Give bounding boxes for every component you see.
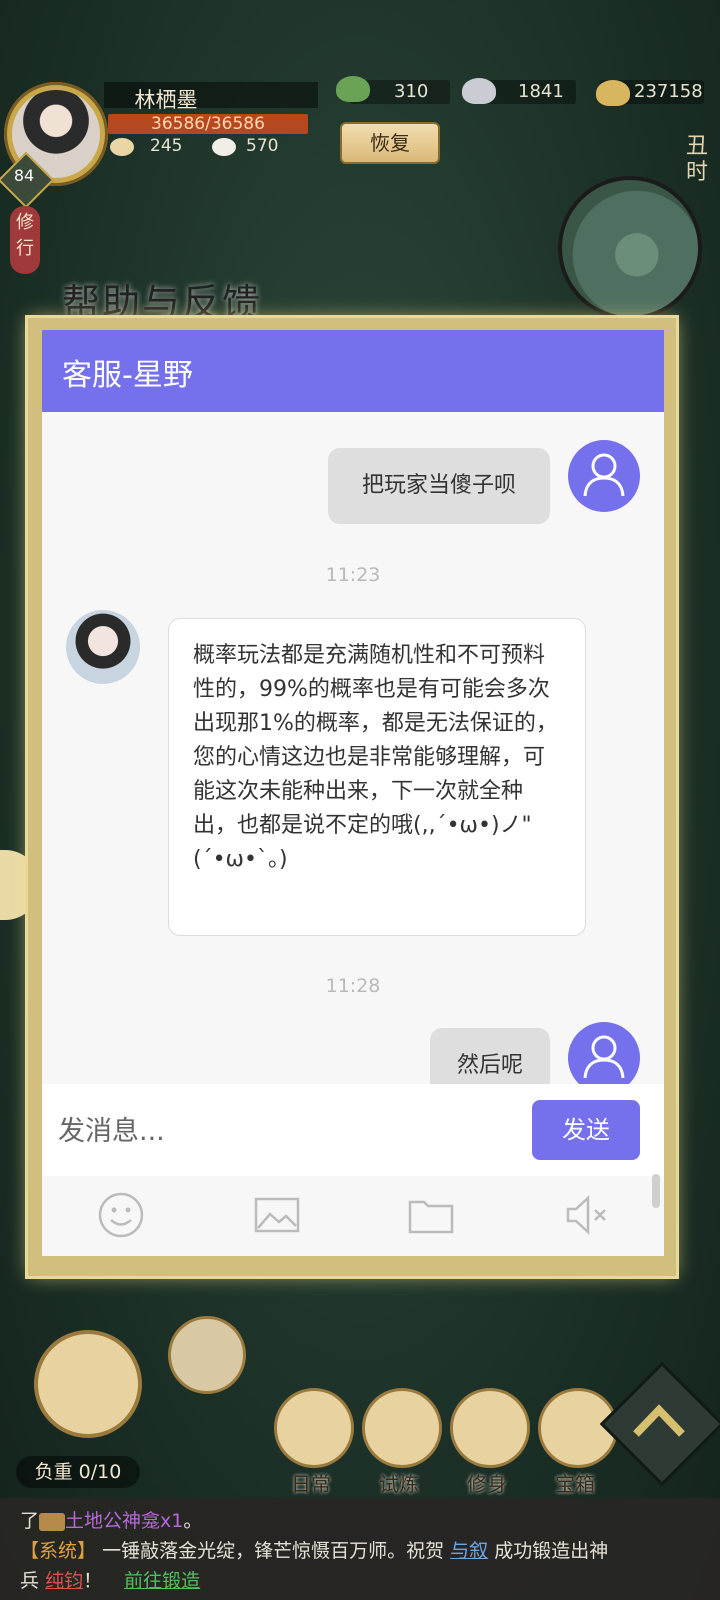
mute-icon[interactable] (562, 1190, 612, 1240)
nav-trial-button[interactable] (362, 1388, 442, 1468)
nav-chest-label: 宝箱 (555, 1472, 595, 1496)
practice-button[interactable]: 修行 (10, 206, 40, 274)
bun-icon (212, 138, 236, 156)
support-dialog: 客服-星野 把玩家当傻子呗 11:23 概率玩法都是充满随机性和不可预料性的，9… (42, 330, 664, 1256)
hp-text: 36586/36586 (151, 114, 265, 134)
resource-coins-value: 237158 (634, 81, 703, 102)
stat-2: 570 (246, 136, 279, 156)
shrine-icon (39, 1512, 66, 1531)
farm-button[interactable] (168, 1316, 246, 1394)
toolbar (42, 1176, 664, 1256)
log-text: 。 (183, 1510, 203, 1532)
resource-silver-value: 1841 (518, 81, 564, 102)
user-icon (583, 453, 625, 497)
goto-forge-link[interactable]: 前往锻造 (124, 1570, 200, 1592)
agent-message-bubble: 概率玩法都是充满随机性和不可预料性的，99%的概率也是有可能会多次出现那1%的概… (168, 618, 586, 936)
silver-ingot-icon[interactable] (462, 78, 496, 104)
log-item-link[interactable]: 纯钧 (45, 1570, 83, 1592)
time-of-day: 丑时 (685, 134, 708, 185)
scrollbar-thumb[interactable] (652, 1174, 660, 1208)
message-timestamp: 11:28 (325, 975, 381, 997)
log-text: 兵 (20, 1570, 40, 1592)
user-message-bubble: 然后呢 (430, 1028, 550, 1084)
log-text: 了 (20, 1510, 40, 1532)
log-system-tag: 【系统】 (20, 1540, 97, 1562)
player-name: 林栖墨 (134, 88, 198, 112)
message-input[interactable] (56, 1100, 520, 1162)
folder-icon[interactable] (406, 1190, 456, 1240)
message-timestamp: 11:23 (325, 564, 381, 586)
nav-cultivate-label: 修身 (467, 1472, 507, 1496)
log-line-1: 了 土地公神龛x1。 (20, 1506, 202, 1533)
minimap[interactable] (558, 176, 702, 320)
system-log: 了 土地公神龛x1。 【系统】 一锤敲落金光绽，锋芒惊慑百万师。祝贺 与叙 成功锻… (0, 1498, 720, 1600)
load-capacity: 负重 0/10 (16, 1456, 140, 1488)
log-text: 成功锻造出神 (494, 1540, 609, 1562)
user-message-bubble: 把玩家当傻子呗 (328, 448, 550, 524)
user-avatar (568, 440, 640, 512)
cart-button[interactable] (34, 1330, 142, 1438)
level-text: 84 (13, 166, 35, 185)
recover-button[interactable]: 恢复 (340, 122, 440, 164)
nav-daily-label: 日常 (291, 1472, 331, 1496)
dialog-title: 客服-星野 (62, 358, 193, 393)
log-text: ！ (83, 1570, 103, 1592)
chat-message-list[interactable]: 把玩家当傻子呗 11:23 概率玩法都是充满随机性和不可预料性的，99%的概率也… (42, 412, 664, 1084)
chevron-up-icon (633, 1404, 685, 1437)
log-player-link[interactable]: 与叙 (450, 1540, 488, 1562)
emoji-icon[interactable] (96, 1190, 146, 1240)
log-line-2: 【系统】 一锤敲落金光绽，锋芒惊慑百万师。祝贺 与叙 成功锻造出神 (20, 1536, 608, 1563)
coins-icon[interactable] (596, 80, 630, 106)
resource-jade-value: 310 (394, 81, 429, 102)
dialog-header: 客服-星野 (42, 330, 664, 412)
jade-icon[interactable] (336, 76, 370, 102)
log-item: 土地公神龛x1 (65, 1510, 184, 1532)
nav-cultivate-button[interactable] (450, 1388, 530, 1468)
nav-daily-button[interactable] (274, 1388, 354, 1468)
log-text: 一锤敲落金光绽，锋芒惊慑百万师。祝贺 (102, 1540, 445, 1562)
log-line-3: 兵 纯钧！ 前往锻造 (20, 1566, 200, 1593)
user-icon (583, 1035, 625, 1079)
nav-trial-label: 试炼 (379, 1472, 419, 1496)
stat-1: 245 (150, 136, 183, 156)
message-input-row: 发送 (42, 1084, 664, 1176)
user-avatar (568, 1022, 640, 1084)
bowl-icon (110, 138, 134, 156)
send-button[interactable]: 发送 (532, 1100, 640, 1160)
image-icon[interactable] (252, 1190, 302, 1240)
agent-avatar (66, 610, 140, 684)
